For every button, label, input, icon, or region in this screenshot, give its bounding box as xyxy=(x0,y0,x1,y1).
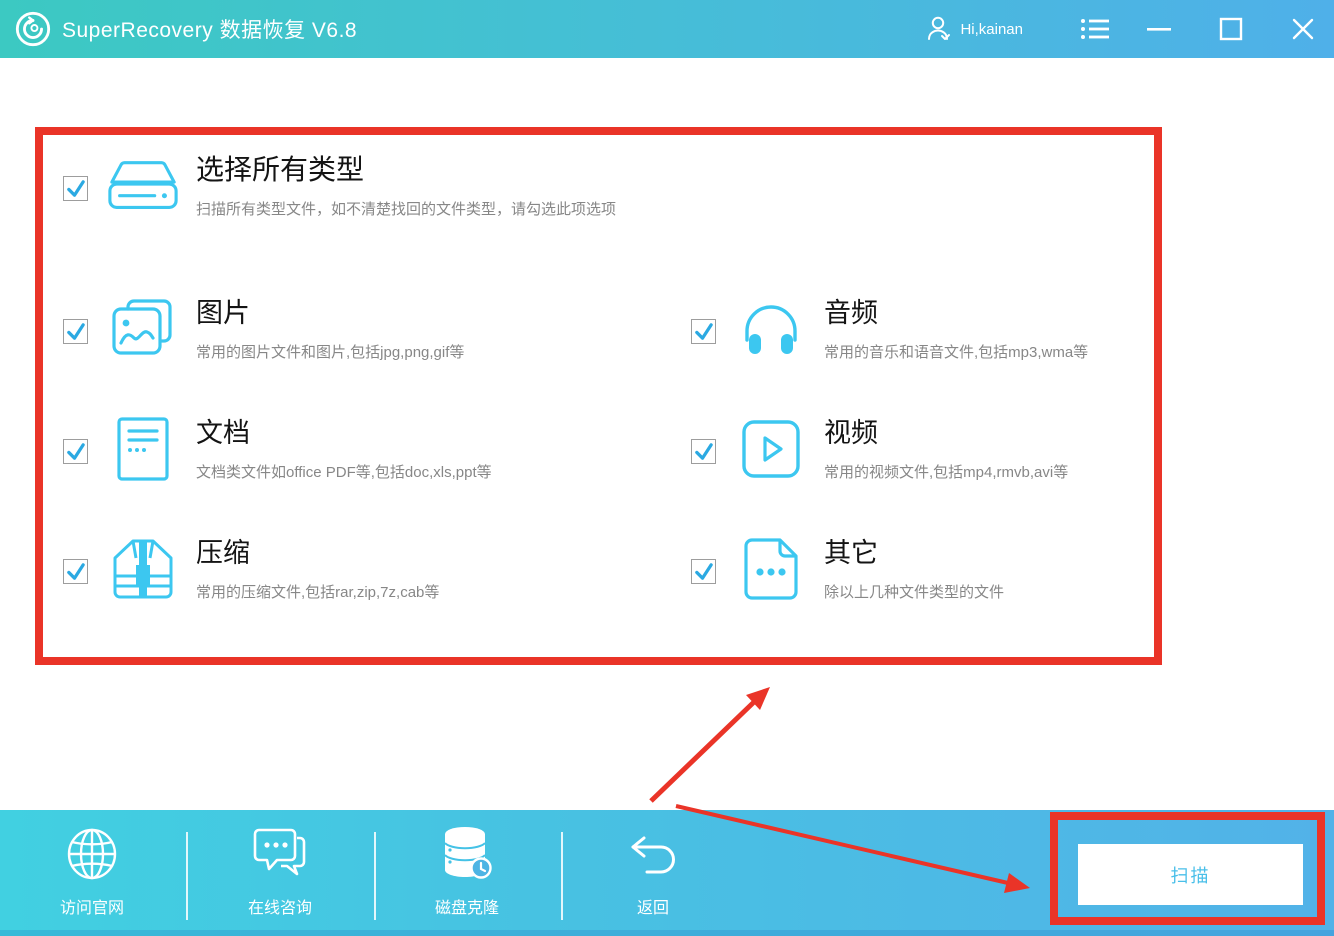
checkbox-all-types[interactable] xyxy=(63,176,88,201)
file-type-desc: 常用的压缩文件,包括rar,zip,7z,cab等 xyxy=(196,581,439,602)
back-arrow-icon xyxy=(628,824,678,880)
video-icon xyxy=(734,415,808,483)
globe-icon xyxy=(66,824,118,880)
nav-label: 访问官网 xyxy=(60,894,124,918)
user-icon xyxy=(926,15,952,43)
headphones-icon xyxy=(734,295,808,363)
toolbar-divider xyxy=(186,832,188,920)
file-type-title: 音频 xyxy=(824,295,1088,331)
file-type-title: 图片 xyxy=(196,295,464,331)
online-consult-button[interactable]: 在线咨询 xyxy=(210,824,350,918)
back-button[interactable]: 返回 xyxy=(583,824,723,918)
document-icon xyxy=(106,415,180,483)
disk-clone-icon xyxy=(441,824,493,880)
file-type-desc: 除以上几种文件类型的文件 xyxy=(824,581,1004,602)
nav-label: 返回 xyxy=(637,894,669,918)
picture-icon xyxy=(106,295,180,363)
file-type-desc: 常用的视频文件,包括mp4,rmvb,avi等 xyxy=(824,461,1068,482)
file-type-title: 压缩 xyxy=(196,535,439,571)
checkbox-video[interactable] xyxy=(691,439,716,464)
file-type-item-document[interactable]: 文档 文档类文件如office PDF等,包括doc,xls,ppt等 xyxy=(60,413,492,483)
menu-list-icon xyxy=(1080,17,1110,41)
nav-label: 在线咨询 xyxy=(248,894,312,918)
user-account[interactable]: Hi,kainan xyxy=(926,15,1023,43)
checkbox-picture[interactable] xyxy=(63,319,88,344)
checkbox-other[interactable] xyxy=(691,559,716,584)
checkbox-document[interactable] xyxy=(63,439,88,464)
file-type-item-all[interactable]: 选择所有类型 扫描所有类型文件，如不清楚找回的文件类型，请勾选此项选项 xyxy=(60,150,616,220)
checkbox-audio[interactable] xyxy=(691,319,716,344)
menu-button[interactable] xyxy=(1078,12,1112,46)
app-title: SuperRecovery 数据恢复 V6.8 xyxy=(62,14,357,44)
maximize-button[interactable] xyxy=(1214,12,1248,46)
file-type-item-audio[interactable]: 音频 常用的音乐和语音文件,包括mp3,wma等 xyxy=(688,293,1088,363)
file-type-title: 选择所有类型 xyxy=(196,152,616,188)
file-type-item-picture[interactable]: 图片 常用的图片文件和图片,包括jpg,png,gif等 xyxy=(60,293,464,363)
file-type-desc: 常用的音乐和语音文件,包括mp3,wma等 xyxy=(824,341,1088,362)
chat-icon xyxy=(253,824,307,880)
file-type-desc: 扫描所有类型文件，如不清楚找回的文件类型，请勾选此项选项 xyxy=(196,198,616,219)
title-bar: SuperRecovery 数据恢复 V6.8 Hi,kainan xyxy=(0,0,1334,58)
drive-icon xyxy=(106,152,180,220)
close-button[interactable] xyxy=(1286,12,1320,46)
toolbar-divider xyxy=(561,832,563,920)
file-type-item-video[interactable]: 视频 常用的视频文件,包括mp4,rmvb,avi等 xyxy=(688,413,1068,483)
file-type-item-other[interactable]: 其它 除以上几种文件类型的文件 xyxy=(688,533,1004,603)
maximize-icon xyxy=(1219,17,1243,41)
file-type-desc: 常用的图片文件和图片,包括jpg,png,gif等 xyxy=(196,341,464,362)
nav-label: 磁盘克隆 xyxy=(435,894,499,918)
app-logo-icon xyxy=(14,10,52,48)
file-type-title: 文档 xyxy=(196,415,492,451)
file-type-desc: 文档类文件如office PDF等,包括doc,xls,ppt等 xyxy=(196,461,492,482)
checkbox-archive[interactable] xyxy=(63,559,88,584)
file-type-title: 其它 xyxy=(824,535,1004,571)
disk-clone-button[interactable]: 磁盘克隆 xyxy=(397,824,537,918)
minimize-button[interactable] xyxy=(1142,12,1176,46)
file-type-title: 视频 xyxy=(824,415,1068,451)
zip-icon xyxy=(106,535,180,603)
file-type-item-archive[interactable]: 压缩 常用的压缩文件,包括rar,zip,7z,cab等 xyxy=(60,533,439,603)
user-name: Hi,kainan xyxy=(960,21,1023,38)
scan-button[interactable]: 扫描 xyxy=(1078,844,1303,905)
scan-button-label: 扫描 xyxy=(1171,862,1211,888)
visit-website-button[interactable]: 访问官网 xyxy=(22,824,162,918)
other-file-icon xyxy=(734,535,808,603)
minimize-icon xyxy=(1146,16,1172,42)
close-icon xyxy=(1291,17,1315,41)
toolbar-divider xyxy=(374,832,376,920)
